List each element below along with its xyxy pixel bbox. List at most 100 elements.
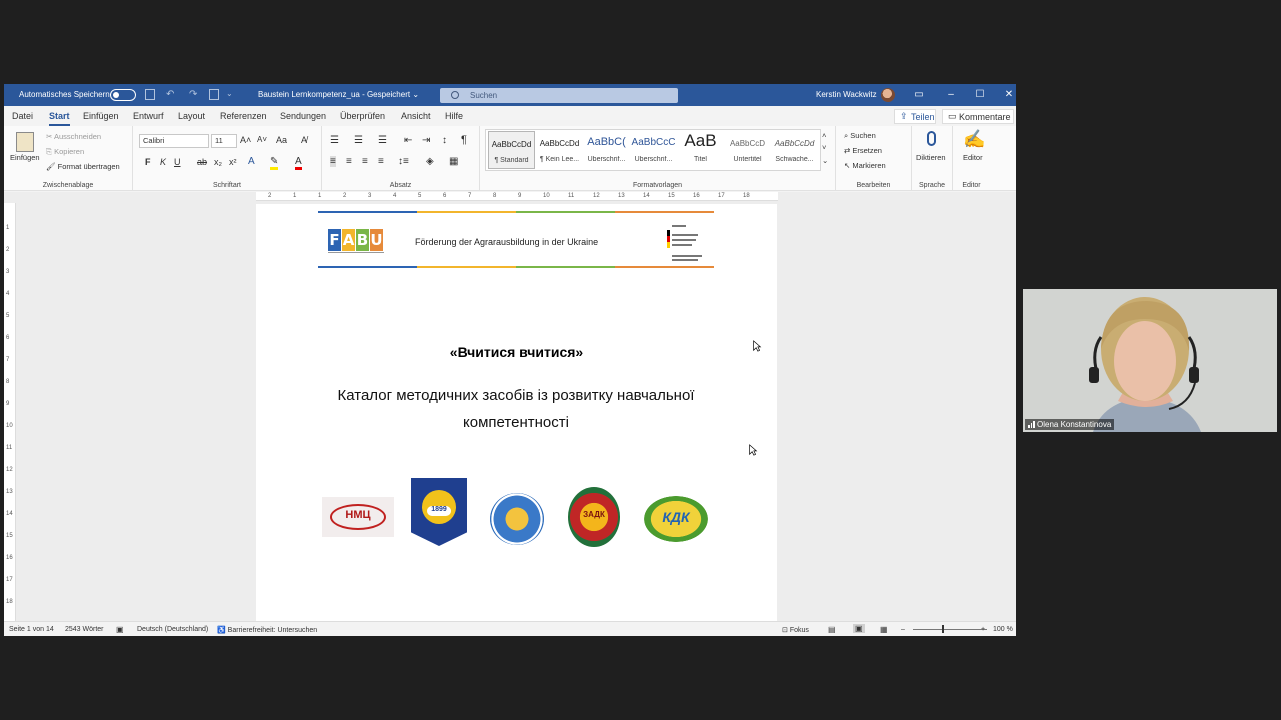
grow-font-icon[interactable]: A˄: [240, 135, 251, 145]
search-box[interactable]: Suchen: [440, 88, 678, 103]
tab-entwurf[interactable]: Entwurf: [133, 111, 164, 121]
cut-button[interactable]: ✂ Ausschneiden: [46, 132, 101, 141]
document-area[interactable]: 2 1 1 2 3 4 5 6 7 8 9 10 11 12 13 14 15 16 17 18 1234567891…: [4, 192, 1016, 621]
styles-scroll-down-icon[interactable]: ˅: [822, 143, 826, 152]
avatar[interactable]: [881, 88, 895, 102]
redo-icon[interactable]: ↷: [189, 89, 199, 100]
autosave-toggle[interactable]: [110, 89, 136, 101]
change-case-icon[interactable]: Aa: [276, 135, 287, 145]
vertical-ruler[interactable]: 1 2 3 4 5 6 7 8 9 10 11 12 13 14 15 16 17 18: [4, 203, 16, 621]
print-preview-icon[interactable]: [209, 89, 219, 100]
bold-button[interactable]: F: [145, 157, 151, 167]
style-ueberschrift-1[interactable]: AaBbC(Überschrif...: [583, 131, 630, 169]
styles-scroll-up-icon[interactable]: ˄: [822, 131, 826, 140]
ruler-tick: 15: [668, 193, 675, 199]
superscript-icon[interactable]: x²: [229, 157, 237, 167]
microphone-icon[interactable]: [927, 131, 936, 146]
web-layout-icon[interactable]: ▦: [880, 625, 888, 634]
paste-button[interactable]: Einfügen: [10, 153, 40, 162]
comments-button[interactable]: ▭ Kommentare: [942, 109, 1014, 124]
show-marks-icon[interactable]: ¶: [461, 134, 467, 146]
numbering-icon[interactable]: ☰: [354, 135, 363, 146]
tab-sendungen[interactable]: Sendungen: [280, 111, 326, 121]
align-right-icon[interactable]: ≡: [362, 156, 368, 167]
undo-icon[interactable]: ↶: [166, 89, 176, 100]
zoom-level[interactable]: 100 %: [993, 626, 1013, 633]
focus-mode-button[interactable]: ⊡ Fokus: [782, 626, 809, 634]
style-ueberschrift-2[interactable]: AaBbCcC Überschrif...: [630, 131, 677, 169]
styles-more-icon[interactable]: ⌄: [822, 156, 828, 165]
ruler-tick: 10: [543, 193, 550, 199]
accessibility-checker[interactable]: ♿ Barrierefreiheit: Untersuchen: [217, 626, 317, 634]
proofing-icon[interactable]: ▣: [116, 625, 124, 634]
tab-layout[interactable]: Layout: [178, 111, 205, 121]
save-icon[interactable]: [145, 89, 155, 100]
editor-pen-icon[interactable]: ✍: [963, 129, 985, 150]
style-schwache-hervorhebung[interactable]: AaBbCcDd Schwache...: [771, 131, 818, 169]
close-icon[interactable]: ✕: [1002, 88, 1016, 102]
align-left-icon[interactable]: ≡: [330, 156, 336, 167]
align-center-icon[interactable]: ≡: [346, 156, 352, 167]
dictate-button[interactable]: Diktieren: [916, 153, 946, 162]
zoom-slider-handle[interactable]: [942, 625, 944, 633]
tab-hilfe[interactable]: Hilfe: [445, 111, 463, 121]
read-mode-icon[interactable]: ▤: [828, 625, 836, 634]
text-effects-icon[interactable]: A: [248, 156, 255, 167]
editor-button[interactable]: Editor: [963, 153, 983, 162]
clear-formatting-icon[interactable]: A̸: [301, 135, 307, 145]
zoom-slider-track[interactable]: [913, 629, 987, 630]
style-kein-leerraum[interactable]: AaBbCcDd ¶ Kein Lee...: [536, 131, 583, 169]
italic-button[interactable]: K: [160, 157, 166, 167]
print-layout-icon[interactable]: ▣: [853, 624, 865, 633]
tab-referenzen[interactable]: Referenzen: [220, 111, 267, 121]
copy-button[interactable]: ⎘ Kopieren: [46, 147, 84, 157]
increase-indent-icon[interactable]: ⇥: [422, 135, 430, 146]
strikethrough-icon[interactable]: ab: [197, 157, 207, 167]
horizontal-ruler[interactable]: 2 1 1 2 3 4 5 6 7 8 9 10 11 12 13 14 15 16 17 18: [256, 192, 778, 201]
document-title[interactable]: Baustein Lernkompetenz_ua - Gespeichert …: [258, 90, 419, 99]
underline-button[interactable]: U: [174, 157, 181, 167]
document-page[interactable]: F A B U Förderung der Agrarausbildung in…: [256, 204, 777, 621]
tab-ueberpruefen[interactable]: Überprüfen: [340, 111, 385, 121]
ruler-tick: 15: [6, 533, 13, 539]
maximize-icon[interactable]: ☐: [973, 88, 987, 102]
line-spacing-icon[interactable]: ↕≡: [398, 156, 409, 167]
decrease-indent-icon[interactable]: ⇤: [404, 135, 412, 146]
shading-icon[interactable]: ◈: [426, 156, 434, 167]
zoom-out-icon[interactable]: –: [901, 626, 905, 633]
sort-icon[interactable]: ↕: [442, 135, 447, 146]
bullets-icon[interactable]: ☰: [330, 135, 339, 146]
select-button[interactable]: ↖ Markieren: [844, 161, 886, 170]
font-size-select[interactable]: 11: [211, 134, 237, 148]
style-titel[interactable]: AaB Titel: [677, 131, 724, 169]
style-standard[interactable]: AaBbCcDd ¶ Standard: [488, 131, 535, 169]
font-name-select[interactable]: Calibri: [139, 134, 209, 148]
replace-button[interactable]: ⇄ Ersetzen: [844, 146, 882, 155]
ribbon-display-icon[interactable]: ▭: [912, 88, 926, 102]
highlight-icon[interactable]: ✎: [270, 156, 279, 170]
user-name[interactable]: Kerstin Wackwitz: [816, 90, 877, 99]
shrink-font-icon[interactable]: A˅: [257, 135, 267, 144]
customize-quick-access-icon[interactable]: ⌄: [226, 89, 236, 100]
tab-start[interactable]: Start: [49, 111, 70, 126]
participant-video[interactable]: Olena Konstantinova: [1023, 289, 1277, 432]
paste-icon[interactable]: [16, 132, 34, 152]
justify-icon[interactable]: ≡: [378, 156, 384, 167]
language-indicator[interactable]: Deutsch (Deutschland): [137, 626, 208, 633]
page-count[interactable]: Seite 1 von 14: [9, 626, 54, 633]
tab-ansicht[interactable]: Ansicht: [401, 111, 431, 121]
word-count[interactable]: 2543 Wörter: [65, 626, 104, 633]
font-color-icon[interactable]: A: [295, 156, 302, 170]
find-button[interactable]: ⌕ Suchen: [844, 131, 876, 141]
tab-datei[interactable]: Datei: [12, 111, 33, 121]
style-untertitel[interactable]: AaBbCcD Untertitel: [724, 131, 771, 169]
minimize-icon[interactable]: –: [944, 88, 958, 102]
multilevel-list-icon[interactable]: ☰: [378, 135, 387, 146]
share-button[interactable]: ⇪ Teilen: [894, 109, 936, 124]
subscript-icon[interactable]: x₂: [214, 157, 222, 167]
tab-einfuegen[interactable]: Einfügen: [83, 111, 119, 121]
borders-icon[interactable]: ▦: [449, 156, 458, 167]
bmz-logo: [667, 222, 713, 262]
zoom-in-icon[interactable]: +: [981, 626, 985, 633]
format-painter-button[interactable]: 🖌 Format übertragen: [46, 162, 120, 171]
